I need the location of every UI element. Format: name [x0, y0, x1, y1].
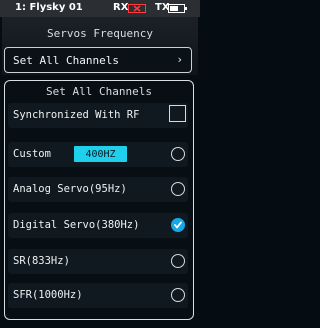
status-bar: 1: Flysky 01 RX TX [0, 0, 200, 17]
sync-with-rf-checkbox[interactable] [169, 105, 186, 122]
radio-icon[interactable] [171, 182, 185, 196]
custom-frequency-value[interactable]: 400HZ [74, 146, 127, 162]
custom-frequency-row[interactable]: Custom 400HZ [8, 142, 188, 167]
radio-icon[interactable] [171, 288, 185, 302]
radio-checked-icon[interactable] [171, 218, 185, 232]
rx-label: RX [113, 2, 129, 13]
custom-radio[interactable] [171, 147, 185, 161]
panel-title: Set All Channels [46, 85, 152, 98]
option-row[interactable]: SR(833Hz) [8, 249, 188, 274]
option-label: Analog Servo(95Hz) [13, 183, 127, 195]
option-row[interactable]: Digital Servo(380Hz) [8, 213, 188, 238]
option-row[interactable]: Analog Servo(95Hz) [8, 177, 188, 202]
option-label: SFR(1000Hz) [13, 289, 83, 301]
model-name: 1: Flysky 01 [15, 2, 83, 13]
no-signal-icon [128, 4, 146, 13]
option-row[interactable]: SFR(1000Hz) [8, 283, 188, 308]
custom-label: Custom [13, 148, 51, 160]
set-all-channels-label: Set All Channels [13, 54, 119, 67]
set-all-channels-panel: Set All Channels Synchronized With RF Cu… [4, 80, 194, 320]
page-title: Servos Frequency [47, 27, 153, 40]
sync-with-rf-label: Synchronized With RF [13, 109, 140, 121]
option-label: Digital Servo(380Hz) [13, 219, 140, 231]
option-label: SR(833Hz) [13, 255, 70, 267]
set-all-channels-button[interactable]: Set All Channels › [4, 47, 192, 73]
chevron-right-icon: › [176, 53, 183, 66]
battery-icon [168, 4, 187, 13]
sync-with-rf-row[interactable]: Synchronized With RF [8, 103, 188, 128]
radio-icon[interactable] [171, 254, 185, 268]
